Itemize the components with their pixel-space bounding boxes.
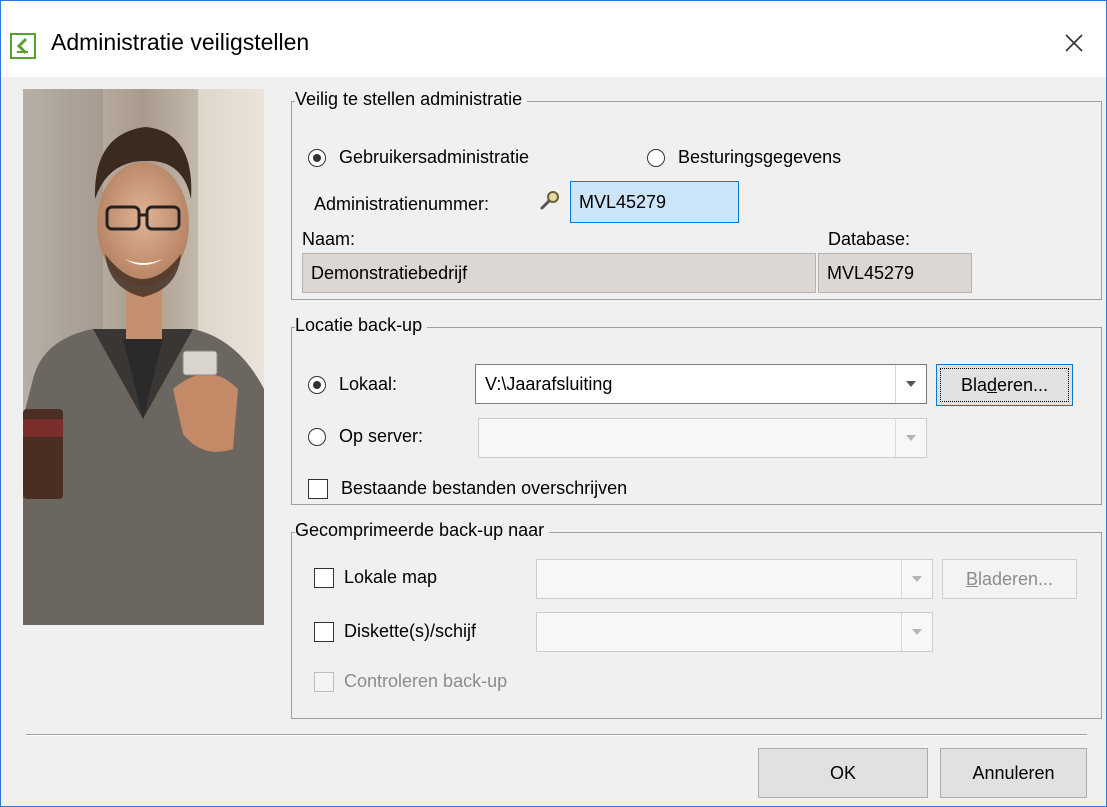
radio-control-data[interactable]	[647, 149, 665, 167]
local-path-combo[interactable]: V:\Jaarafsluiting	[475, 364, 927, 404]
name-label: Naam:	[302, 229, 356, 249]
radio-server-label[interactable]: Op server:	[339, 426, 423, 447]
group-admin-legend: Veilig te stellen administratie	[295, 89, 528, 110]
server-dropdown	[895, 419, 926, 457]
verify-label: Controleren back-up	[344, 671, 508, 691]
chevron-down-icon	[912, 576, 922, 582]
disk-dropdown	[901, 613, 932, 651]
radio-local-label[interactable]: Lokaal:	[339, 374, 397, 395]
radio-local[interactable]	[308, 376, 326, 394]
database-label: Database:	[828, 229, 911, 249]
browse-folder-button: Bladeren...	[942, 559, 1077, 599]
disk-checkbox[interactable]	[314, 622, 334, 642]
disk-label[interactable]: Diskette(s)/schijf	[344, 621, 476, 642]
close-button[interactable]	[1049, 21, 1099, 65]
cancel-button[interactable]: Annuleren	[940, 748, 1087, 798]
window-title: Administratie veiligstellen	[51, 29, 310, 55]
local-folder-label[interactable]: Lokale map	[344, 567, 437, 588]
radio-user-admin[interactable]	[308, 149, 326, 167]
app-icon	[10, 33, 36, 59]
radio-control-data-label[interactable]: Besturingsgegevens	[678, 147, 841, 168]
server-combo	[478, 418, 927, 458]
radio-user-admin-label[interactable]: Gebruikersadministratie	[339, 147, 529, 168]
dialog-window: Administratie veiligstellen Veilig te st…	[0, 0, 1107, 807]
local-folder-combo	[536, 559, 933, 599]
group-location-legend: Locatie back-up	[295, 315, 428, 336]
chevron-down-icon	[906, 381, 916, 387]
radio-server[interactable]	[308, 428, 326, 446]
magnifier-icon[interactable]	[538, 188, 562, 212]
local-folder-checkbox[interactable]	[314, 568, 334, 588]
name-field: Demonstratiebedrijf	[302, 253, 816, 293]
database-field: MVL45279	[818, 253, 972, 293]
close-icon	[1065, 34, 1083, 52]
local-path-dropdown[interactable]	[895, 365, 926, 403]
local-folder-dropdown	[901, 560, 932, 598]
overwrite-label[interactable]: Bestaande bestanden overschrijven	[341, 478, 627, 499]
browse-button[interactable]: Bladeren...	[936, 364, 1073, 406]
overwrite-checkbox[interactable]	[308, 479, 328, 499]
title-bar: Administratie veiligstellen	[1, 1, 1106, 77]
admin-number-input[interactable]: MVL45279	[570, 181, 739, 223]
verify-checkbox	[314, 672, 334, 692]
ok-button[interactable]: OK	[758, 748, 928, 798]
group-compressed-legend: Gecomprimeerde back-up naar	[295, 520, 550, 541]
disk-combo	[536, 612, 933, 652]
decorative-photo	[23, 89, 264, 625]
browse-folder-button-label: Bladeren...	[965, 568, 1054, 589]
local-path-value: V:\Jaarafsluiting	[485, 373, 613, 394]
footer-separator	[26, 734, 1087, 736]
chevron-down-icon	[906, 435, 916, 441]
chevron-down-icon	[912, 629, 922, 635]
admin-number-label: Administratienummer:	[314, 194, 490, 214]
